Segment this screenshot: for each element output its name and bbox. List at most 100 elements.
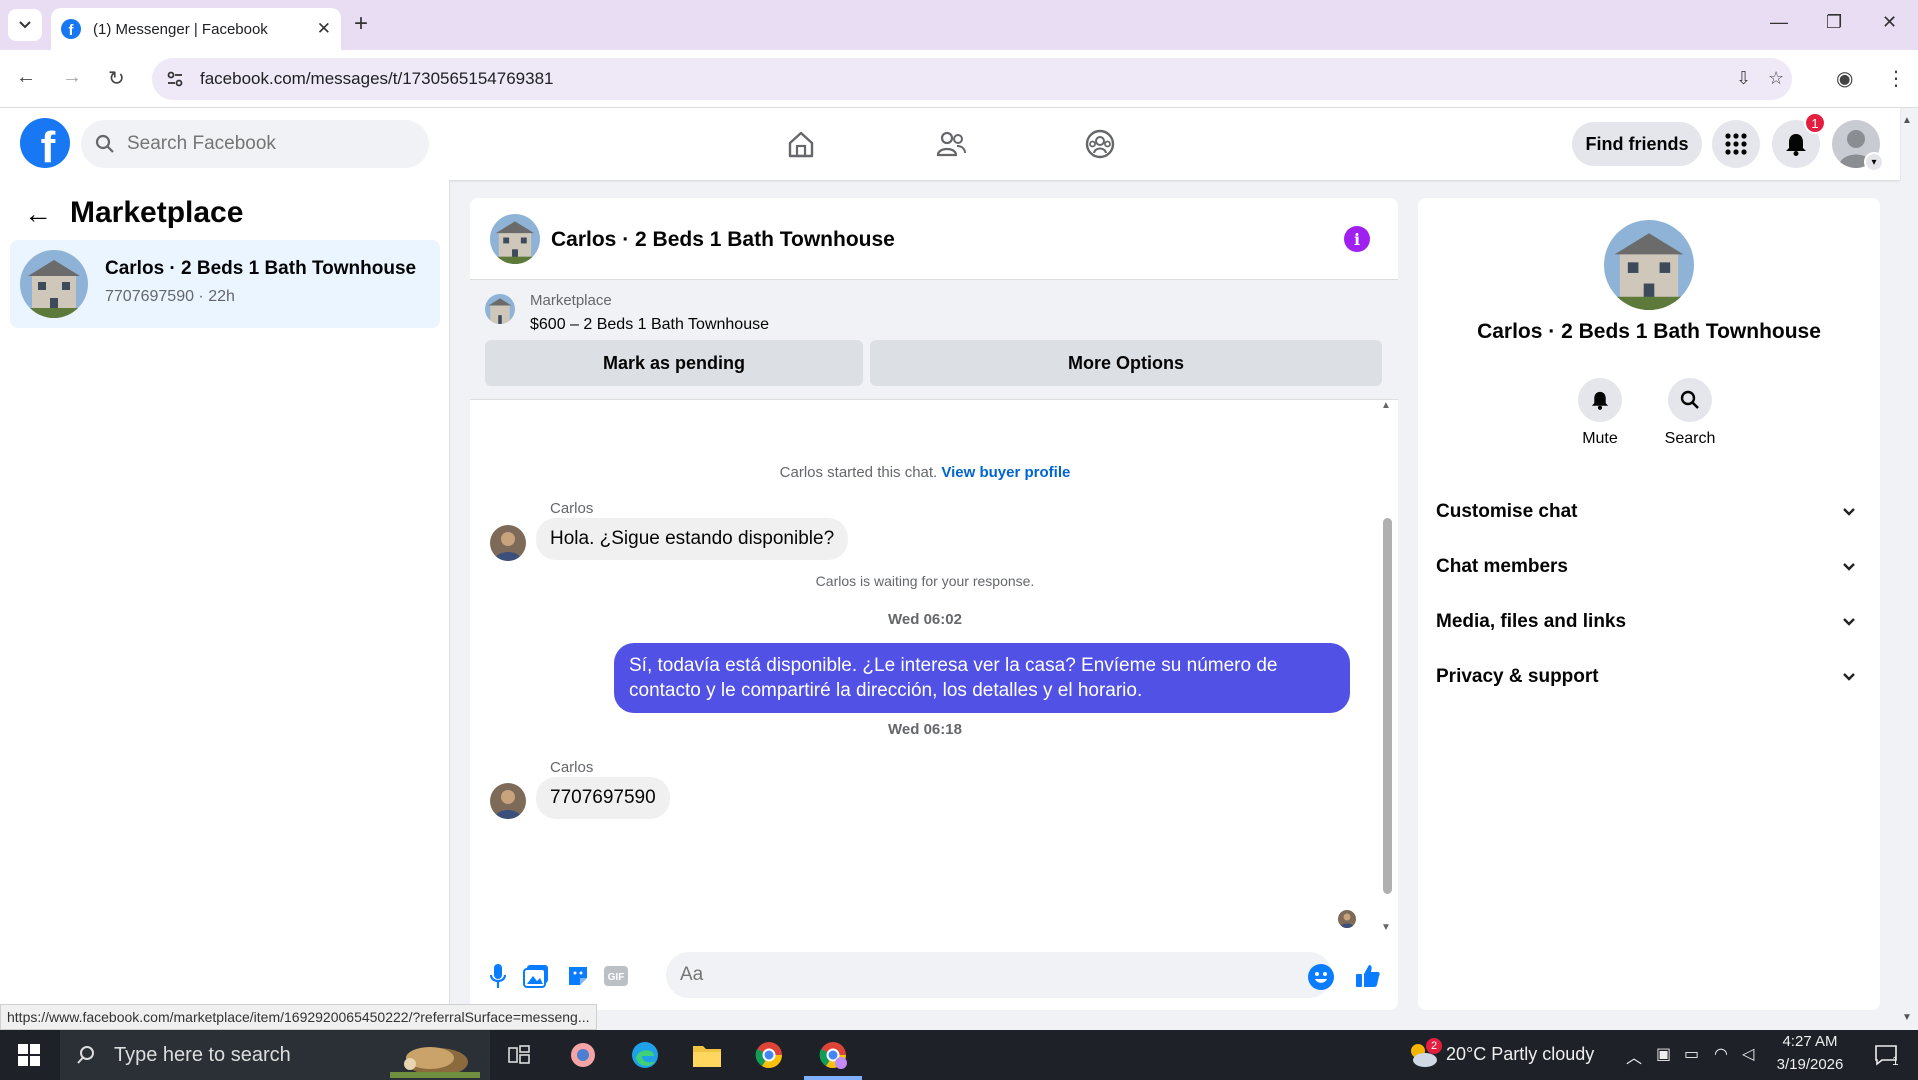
wifi-icon[interactable]: ◠ xyxy=(1714,1044,1728,1064)
mute-label: Mute xyxy=(1582,430,1618,447)
search-icon xyxy=(95,134,114,153)
volume-icon[interactable]: ◁ xyxy=(1742,1044,1754,1064)
tab-title: (1) Messenger | Facebook xyxy=(93,20,268,38)
chrome-icon[interactable] xyxy=(752,1038,786,1072)
friends-icon[interactable] xyxy=(931,124,971,164)
section-label: Media, files and links xyxy=(1436,611,1627,632)
home-icon[interactable] xyxy=(781,124,821,164)
page-scroll-down-arrow-icon[interactable]: ▼ xyxy=(1902,1012,1912,1023)
chat-scrollbar[interactable]: ▲ ▼ xyxy=(1380,400,1394,940)
scroll-down-arrow-icon[interactable]: ▼ xyxy=(1381,922,1391,933)
view-buyer-profile-link[interactable]: View buyer profile xyxy=(941,464,1070,481)
groups-icon[interactable] xyxy=(1080,124,1120,164)
listing-source: Marketplace xyxy=(530,292,612,309)
menu-grid-icon[interactable] xyxy=(1712,120,1760,168)
scroll-up-arrow-icon[interactable]: ▲ xyxy=(1381,400,1391,411)
message-sender: Carlos xyxy=(550,759,594,776)
incoming-message[interactable]: 7707697590 xyxy=(536,777,670,819)
message-sender: Carlos xyxy=(550,500,594,517)
close-tab-icon[interactable]: ✕ xyxy=(317,19,331,39)
chat-members-row[interactable]: Chat members xyxy=(1436,547,1862,587)
outgoing-message[interactable]: Sí, todavía está disponible. ¿Le interes… xyxy=(614,643,1350,713)
browser-menu-icon[interactable]: ⋮ xyxy=(1886,66,1906,91)
meet-now-icon[interactable]: ▣ xyxy=(1656,1044,1671,1064)
windows-start-icon[interactable] xyxy=(18,1044,40,1066)
chat-started-text: Carlos started this chat. xyxy=(779,464,938,481)
bookmark-star-icon[interactable]: ☆ xyxy=(1768,68,1784,89)
sender-avatar[interactable] xyxy=(490,783,526,819)
sender-avatar[interactable] xyxy=(490,525,526,561)
new-tab-icon[interactable]: + xyxy=(354,11,368,37)
clock-time[interactable]: 4:27 AM xyxy=(1760,1033,1860,1050)
facebook-logo-icon[interactable]: f xyxy=(20,118,70,168)
bell-icon[interactable] xyxy=(1578,378,1622,422)
weather-text[interactable]: 20°C Partly cloudy xyxy=(1446,1044,1594,1065)
facebook-search-input[interactable] xyxy=(127,133,407,155)
facebook-header: f Find friends 1 ▾ xyxy=(0,108,1900,180)
message-timestamp: Wed 06:02 xyxy=(888,611,962,628)
page-scroll-up-arrow-icon[interactable]: ▲ xyxy=(1902,115,1912,126)
mute-action[interactable]: Mute xyxy=(1560,378,1640,448)
info-icon[interactable]: i xyxy=(1344,226,1370,252)
file-explorer-icon[interactable] xyxy=(690,1038,724,1072)
info-panel-name: Carlos · 2 Beds 1 Bath Townhouse xyxy=(1477,320,1821,343)
profile-icon[interactable]: ◉ xyxy=(1836,66,1853,91)
customise-chat-row[interactable]: Customise chat xyxy=(1436,492,1862,532)
reload-icon[interactable]: ↻ xyxy=(108,66,125,91)
search-action[interactable]: Search xyxy=(1650,378,1730,448)
show-hidden-icons-icon[interactable]: ︿ xyxy=(1626,1044,1642,1068)
taskbar-search[interactable]: Type here to search xyxy=(60,1030,490,1080)
chat-listing-thumbnail[interactable] xyxy=(490,214,540,264)
find-friends-button[interactable]: Find friends xyxy=(1572,122,1702,166)
chat-scrollbar-thumb[interactable] xyxy=(1383,518,1392,894)
restore-icon[interactable]: ❐ xyxy=(1826,12,1842,33)
windows-taskbar: Type here to search 2 20°C Partly cloudy… xyxy=(0,1030,1918,1080)
chevron-down-icon xyxy=(1843,508,1855,516)
chat-title[interactable]: Carlos · 2 Beds 1 Bath Townhouse xyxy=(551,228,895,252)
forward-icon[interactable]: → xyxy=(62,66,82,89)
active-app-indicator xyxy=(804,1076,862,1080)
app-icon[interactable] xyxy=(566,1038,600,1072)
search-icon[interactable] xyxy=(1668,378,1712,422)
facebook-search[interactable] xyxy=(81,120,429,168)
more-options-button[interactable]: More Options xyxy=(870,340,1382,386)
thumbs-up-icon[interactable] xyxy=(1354,962,1382,990)
emoji-icon[interactable] xyxy=(1308,964,1334,990)
status-bar-link: https://www.facebook.com/marketplace/ite… xyxy=(0,1004,597,1030)
close-window-icon[interactable]: ✕ xyxy=(1882,12,1897,33)
message-thread: Carlos started this chat. View buyer pro… xyxy=(470,400,1380,940)
back-icon[interactable]: ← xyxy=(16,66,36,89)
edge-browser-icon[interactable] xyxy=(628,1038,662,1072)
account-chevron-icon[interactable]: ▾ xyxy=(1864,152,1884,172)
incoming-message[interactable]: Hola. ¿Sigue estando disponible? xyxy=(536,518,849,560)
search-label: Search xyxy=(1664,430,1716,447)
battery-icon[interactable]: ▭ xyxy=(1684,1044,1699,1064)
back-arrow-icon[interactable]: ← xyxy=(24,198,52,230)
privacy-support-row[interactable]: Privacy & support xyxy=(1436,657,1862,697)
site-settings-icon[interactable] xyxy=(166,70,184,88)
waiting-response-text: Carlos is waiting for your response. xyxy=(815,573,1035,589)
conversation-list-item[interactable]: Carlos · 2 Beds 1 Bath Townhouse 7707697… xyxy=(10,240,440,328)
chrome-profile-icon[interactable] xyxy=(816,1038,850,1072)
chat-info-panel: Carlos · 2 Beds 1 Bath Townhouse Mute Se… xyxy=(1418,198,1880,1010)
clock-date[interactable]: 3/19/2026 xyxy=(1760,1056,1860,1073)
info-listing-photo[interactable] xyxy=(1604,220,1694,310)
listing-price-title[interactable]: $600 – 2 Beds 1 Bath Townhouse xyxy=(530,316,769,334)
active-browser-tab[interactable]: f (1) Messenger | Facebook ✕ xyxy=(51,8,341,50)
gif-icon[interactable]: GIF xyxy=(602,962,630,990)
listing-bar: Marketplace $600 – 2 Beds 1 Bath Townhou… xyxy=(470,280,1398,400)
omnibox[interactable]: facebook.com/messages/t/1730565154769381… xyxy=(152,58,1792,100)
conversation-meta: 7707697590 · 22h xyxy=(105,288,235,305)
tab-search-button[interactable] xyxy=(8,9,42,41)
microphone-icon[interactable] xyxy=(484,962,512,990)
mark-as-pending-button[interactable]: Mark as pending xyxy=(485,340,863,386)
photo-icon[interactable] xyxy=(522,962,550,990)
minimize-icon[interactable]: — xyxy=(1770,12,1788,33)
chat-header: Carlos · 2 Beds 1 Bath Townhouse i xyxy=(470,198,1398,280)
message-input[interactable] xyxy=(666,952,1332,998)
listing-thumbnail xyxy=(20,250,88,318)
media-files-links-row[interactable]: Media, files and links xyxy=(1436,602,1862,642)
task-view-icon[interactable] xyxy=(502,1038,536,1072)
sticker-icon[interactable] xyxy=(564,962,592,990)
install-app-icon[interactable]: ⇩ xyxy=(1736,68,1751,89)
